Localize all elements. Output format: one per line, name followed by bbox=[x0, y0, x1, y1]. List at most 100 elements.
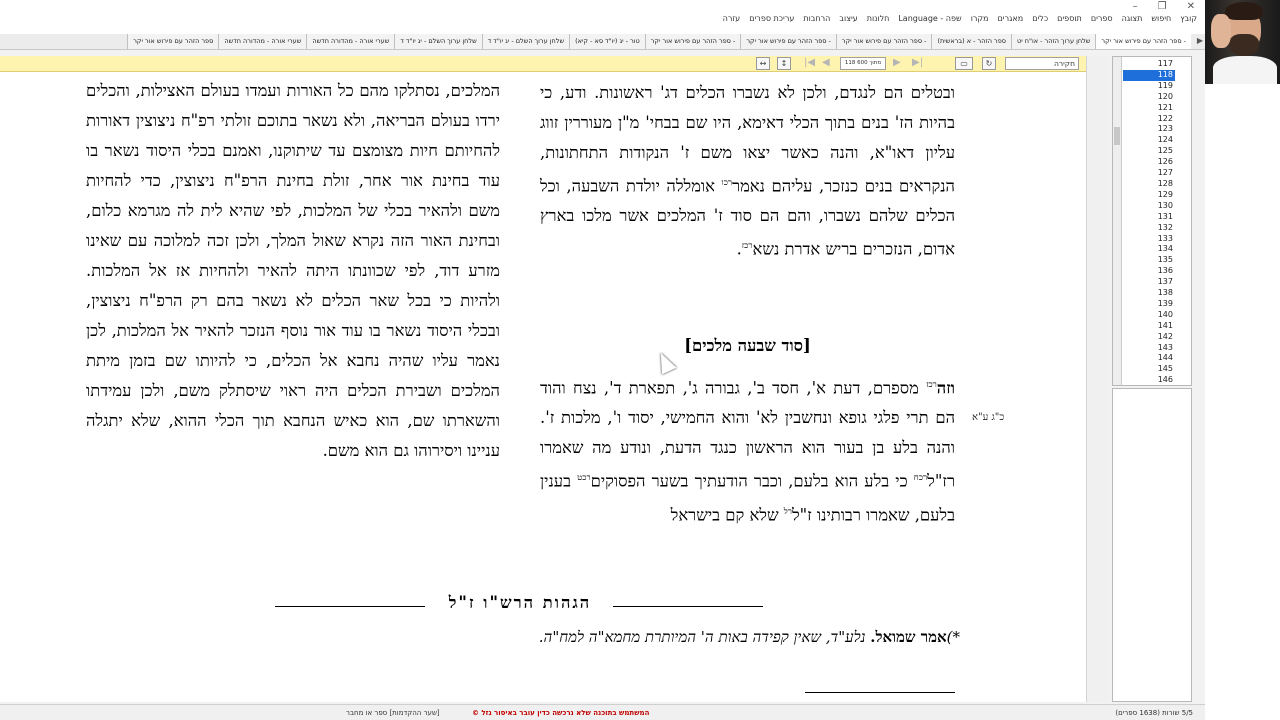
tab[interactable]: ספר הזהר עם פירוש אור יקר - bbox=[1095, 34, 1191, 49]
page-list-item[interactable]: 120 bbox=[1123, 92, 1175, 103]
menu-item[interactable]: כלים bbox=[1032, 14, 1048, 23]
divider-line bbox=[275, 606, 425, 607]
last-page-icon[interactable]: ▶| bbox=[912, 57, 923, 68]
tab[interactable]: ספר הזהר - א (בראשית) bbox=[931, 34, 1011, 49]
fit-width-icon[interactable]: ↔ bbox=[756, 57, 770, 70]
menu-item[interactable]: חלונות bbox=[867, 14, 890, 23]
page-list-item[interactable]: 132 bbox=[1123, 223, 1175, 234]
text-run: כי בלע הוא בלעם, וכבר הודעתיך בשער הפסוק… bbox=[590, 471, 908, 491]
next-page-icon[interactable]: ▶ bbox=[893, 57, 901, 68]
restore-icon[interactable]: ❐ bbox=[1158, 1, 1167, 12]
page-list-item[interactable]: 127 bbox=[1123, 168, 1175, 179]
tab[interactable]: שלחן ערוך השלם - יג יו"ד ד bbox=[481, 34, 570, 49]
tab[interactable]: ספר הזהר עם פירוש אור יקר - bbox=[644, 34, 741, 49]
footnote-ref[interactable]: רל bbox=[784, 507, 792, 517]
page-list-item[interactable]: 117 bbox=[1123, 59, 1175, 70]
minimize-icon[interactable]: – bbox=[1133, 1, 1138, 12]
tab[interactable]: טור - יג (יו"ד סא - קיא) bbox=[569, 34, 645, 49]
document-page: ובטלים הם לנגדם, ולכן לא נשברו הכלים דג'… bbox=[0, 72, 1086, 702]
tab[interactable]: שערי אורה - מהדורה חדשה bbox=[306, 34, 395, 49]
menu-item[interactable]: עריכת ספרים bbox=[749, 14, 794, 23]
page-list-item[interactable]: 123 bbox=[1123, 124, 1175, 135]
page-list-item[interactable]: 122 bbox=[1123, 114, 1175, 125]
page-list-item[interactable]: 144 bbox=[1123, 353, 1175, 364]
divider-line bbox=[613, 606, 763, 607]
license-warning: © המשתמש בתוכנה שלא נרכשה כדין עובר באיס… bbox=[472, 709, 650, 717]
menu-item[interactable]: הרחבות bbox=[803, 14, 830, 23]
page-list-item[interactable]: 141 bbox=[1123, 321, 1175, 332]
menu-items: קובץ חיפוש תצוגה ספרים תוספים כלים מאגרים מקרו L… bbox=[723, 14, 1197, 23]
page-list-item[interactable]: 142 bbox=[1123, 332, 1175, 343]
page-list-item[interactable]: 118 bbox=[1123, 69, 1175, 81]
webcam-overlay bbox=[1205, 0, 1280, 84]
tab[interactable]: ספר הזהר עם פירוש אור יקר - bbox=[835, 34, 932, 49]
page-list-item[interactable]: 134 bbox=[1123, 244, 1175, 255]
menu-item[interactable]: חיפוש bbox=[1151, 14, 1171, 23]
page-list-item[interactable]: 128 bbox=[1123, 179, 1175, 190]
menu-item[interactable]: עזרה bbox=[723, 14, 741, 23]
paragraph: המלכים, נסתלקו מהם כל האורות ועמדו בעולם… bbox=[86, 81, 500, 460]
tab[interactable]: ספר הזהר עם פירוש אור יקר bbox=[127, 34, 219, 49]
footnote-ref[interactable]: רכח bbox=[914, 473, 927, 483]
status-lines: 5/5 שורות (1638 ספרים) bbox=[1115, 709, 1193, 717]
first-page-icon[interactable]: |◀ bbox=[804, 57, 815, 68]
menu-bar: – ❐ ✕ קובץ חיפוש תצוגה ספרים תוספים כלים מאגרי… bbox=[0, 0, 1205, 34]
menu-item[interactable]: ספרים bbox=[1091, 14, 1113, 23]
menu-item[interactable]: תוספים bbox=[1057, 14, 1082, 23]
menu-item[interactable]: עיצוב bbox=[839, 14, 857, 23]
tab-strip: ספר הזהר עם פירוש אור יקר - שלחן ערוך הזה… bbox=[0, 34, 1205, 50]
document-scrollbar[interactable] bbox=[1086, 56, 1108, 702]
page-list-item[interactable]: 138 bbox=[1123, 288, 1175, 299]
status-bar: 5/5 שורות (1638 ספרים) © המשתמש בתוכנה ש… bbox=[0, 704, 1205, 720]
hagahot-divider: הגהות הרש"ו ז"ל bbox=[275, 593, 763, 617]
page-list-item[interactable]: 139 bbox=[1123, 299, 1175, 310]
print-icon[interactable]: ▭ bbox=[955, 57, 973, 70]
refresh-icon[interactable]: ↻ bbox=[982, 57, 996, 70]
menu-item[interactable]: תצוגה bbox=[1122, 14, 1143, 23]
prev-page-icon[interactable]: ◀ bbox=[822, 57, 830, 68]
tab[interactable]: שערי אורה - מהדורה חדשה bbox=[218, 34, 307, 49]
tab[interactable]: ספר הזהר עם פירוש אור יקר - bbox=[740, 34, 836, 49]
menu-item[interactable]: מאגרים bbox=[998, 14, 1024, 23]
menu-item[interactable]: מקרו bbox=[971, 14, 989, 23]
desktop-blank bbox=[1205, 84, 1280, 720]
close-icon[interactable]: ✕ bbox=[1187, 1, 1195, 12]
page-list-item[interactable]: 126 bbox=[1123, 157, 1175, 168]
page-list-item[interactable]: 137 bbox=[1123, 277, 1175, 288]
margin-page-note: כ"ג ע"א bbox=[972, 412, 1005, 423]
page-list-item[interactable]: 125 bbox=[1123, 146, 1175, 157]
page-list-scrollbar[interactable] bbox=[1113, 57, 1122, 385]
webcam-person-shirt bbox=[1213, 56, 1277, 84]
menu-item[interactable]: קובץ bbox=[1180, 14, 1197, 23]
hagahot-title: הגהות הרש"ו ז"ל bbox=[448, 593, 592, 612]
text-column-left: המלכים, נסתלקו מהם כל האורות ועמדו בעולם… bbox=[86, 76, 500, 466]
footnote-ref[interactable]: רכז bbox=[926, 380, 937, 390]
page-list-item[interactable]: 121 bbox=[1123, 103, 1175, 114]
search-input[interactable]: חקירה bbox=[1005, 57, 1079, 70]
webcam-person-hand bbox=[1211, 14, 1231, 48]
page-list-item[interactable]: 130 bbox=[1123, 201, 1175, 212]
footnote-ref[interactable]: רכט bbox=[577, 473, 590, 483]
page-list-item[interactable]: 135 bbox=[1123, 255, 1175, 266]
text-column-right-bottom: וזהרכז מספרם, דעת א', חסד ב', גבורה ג', … bbox=[540, 370, 955, 530]
page-list-item[interactable]: 124 bbox=[1123, 135, 1175, 146]
page-list-item[interactable]: 136 bbox=[1123, 266, 1175, 277]
page-list-item[interactable]: 131 bbox=[1123, 212, 1175, 223]
tab[interactable]: שלחן ערוך הזהר - או"ח יט bbox=[1010, 34, 1096, 49]
scroll-thumb[interactable] bbox=[1114, 127, 1120, 145]
footnote-ref[interactable]: רכו bbox=[722, 178, 733, 188]
page-list-item[interactable]: 129 bbox=[1123, 190, 1175, 201]
footnote-ref[interactable]: רכז bbox=[742, 241, 753, 251]
fit-height-icon[interactable]: ↕ bbox=[777, 57, 791, 70]
page-list-item[interactable]: 140 bbox=[1123, 310, 1175, 321]
tab-scroll-icon[interactable]: ▶ bbox=[1197, 36, 1203, 45]
page-list-item[interactable]: 133 bbox=[1123, 234, 1175, 245]
page-list-item[interactable]: 145 bbox=[1123, 364, 1175, 375]
paragraph: ובטלים הם לנגדם, ולכן לא נשברו הכלים דג'… bbox=[540, 78, 955, 265]
page-list-item[interactable]: 146 bbox=[1123, 375, 1175, 385]
tab[interactable]: שלחן ערוך השלם - יג יו"ד ד bbox=[394, 34, 482, 49]
menu-item[interactable]: Language - שפה bbox=[898, 14, 961, 23]
page-indicator[interactable]: 118 מתוך 600 bbox=[840, 57, 886, 70]
page-list-item[interactable]: 143 bbox=[1123, 343, 1175, 354]
page-list-item[interactable]: 119 bbox=[1123, 81, 1175, 92]
